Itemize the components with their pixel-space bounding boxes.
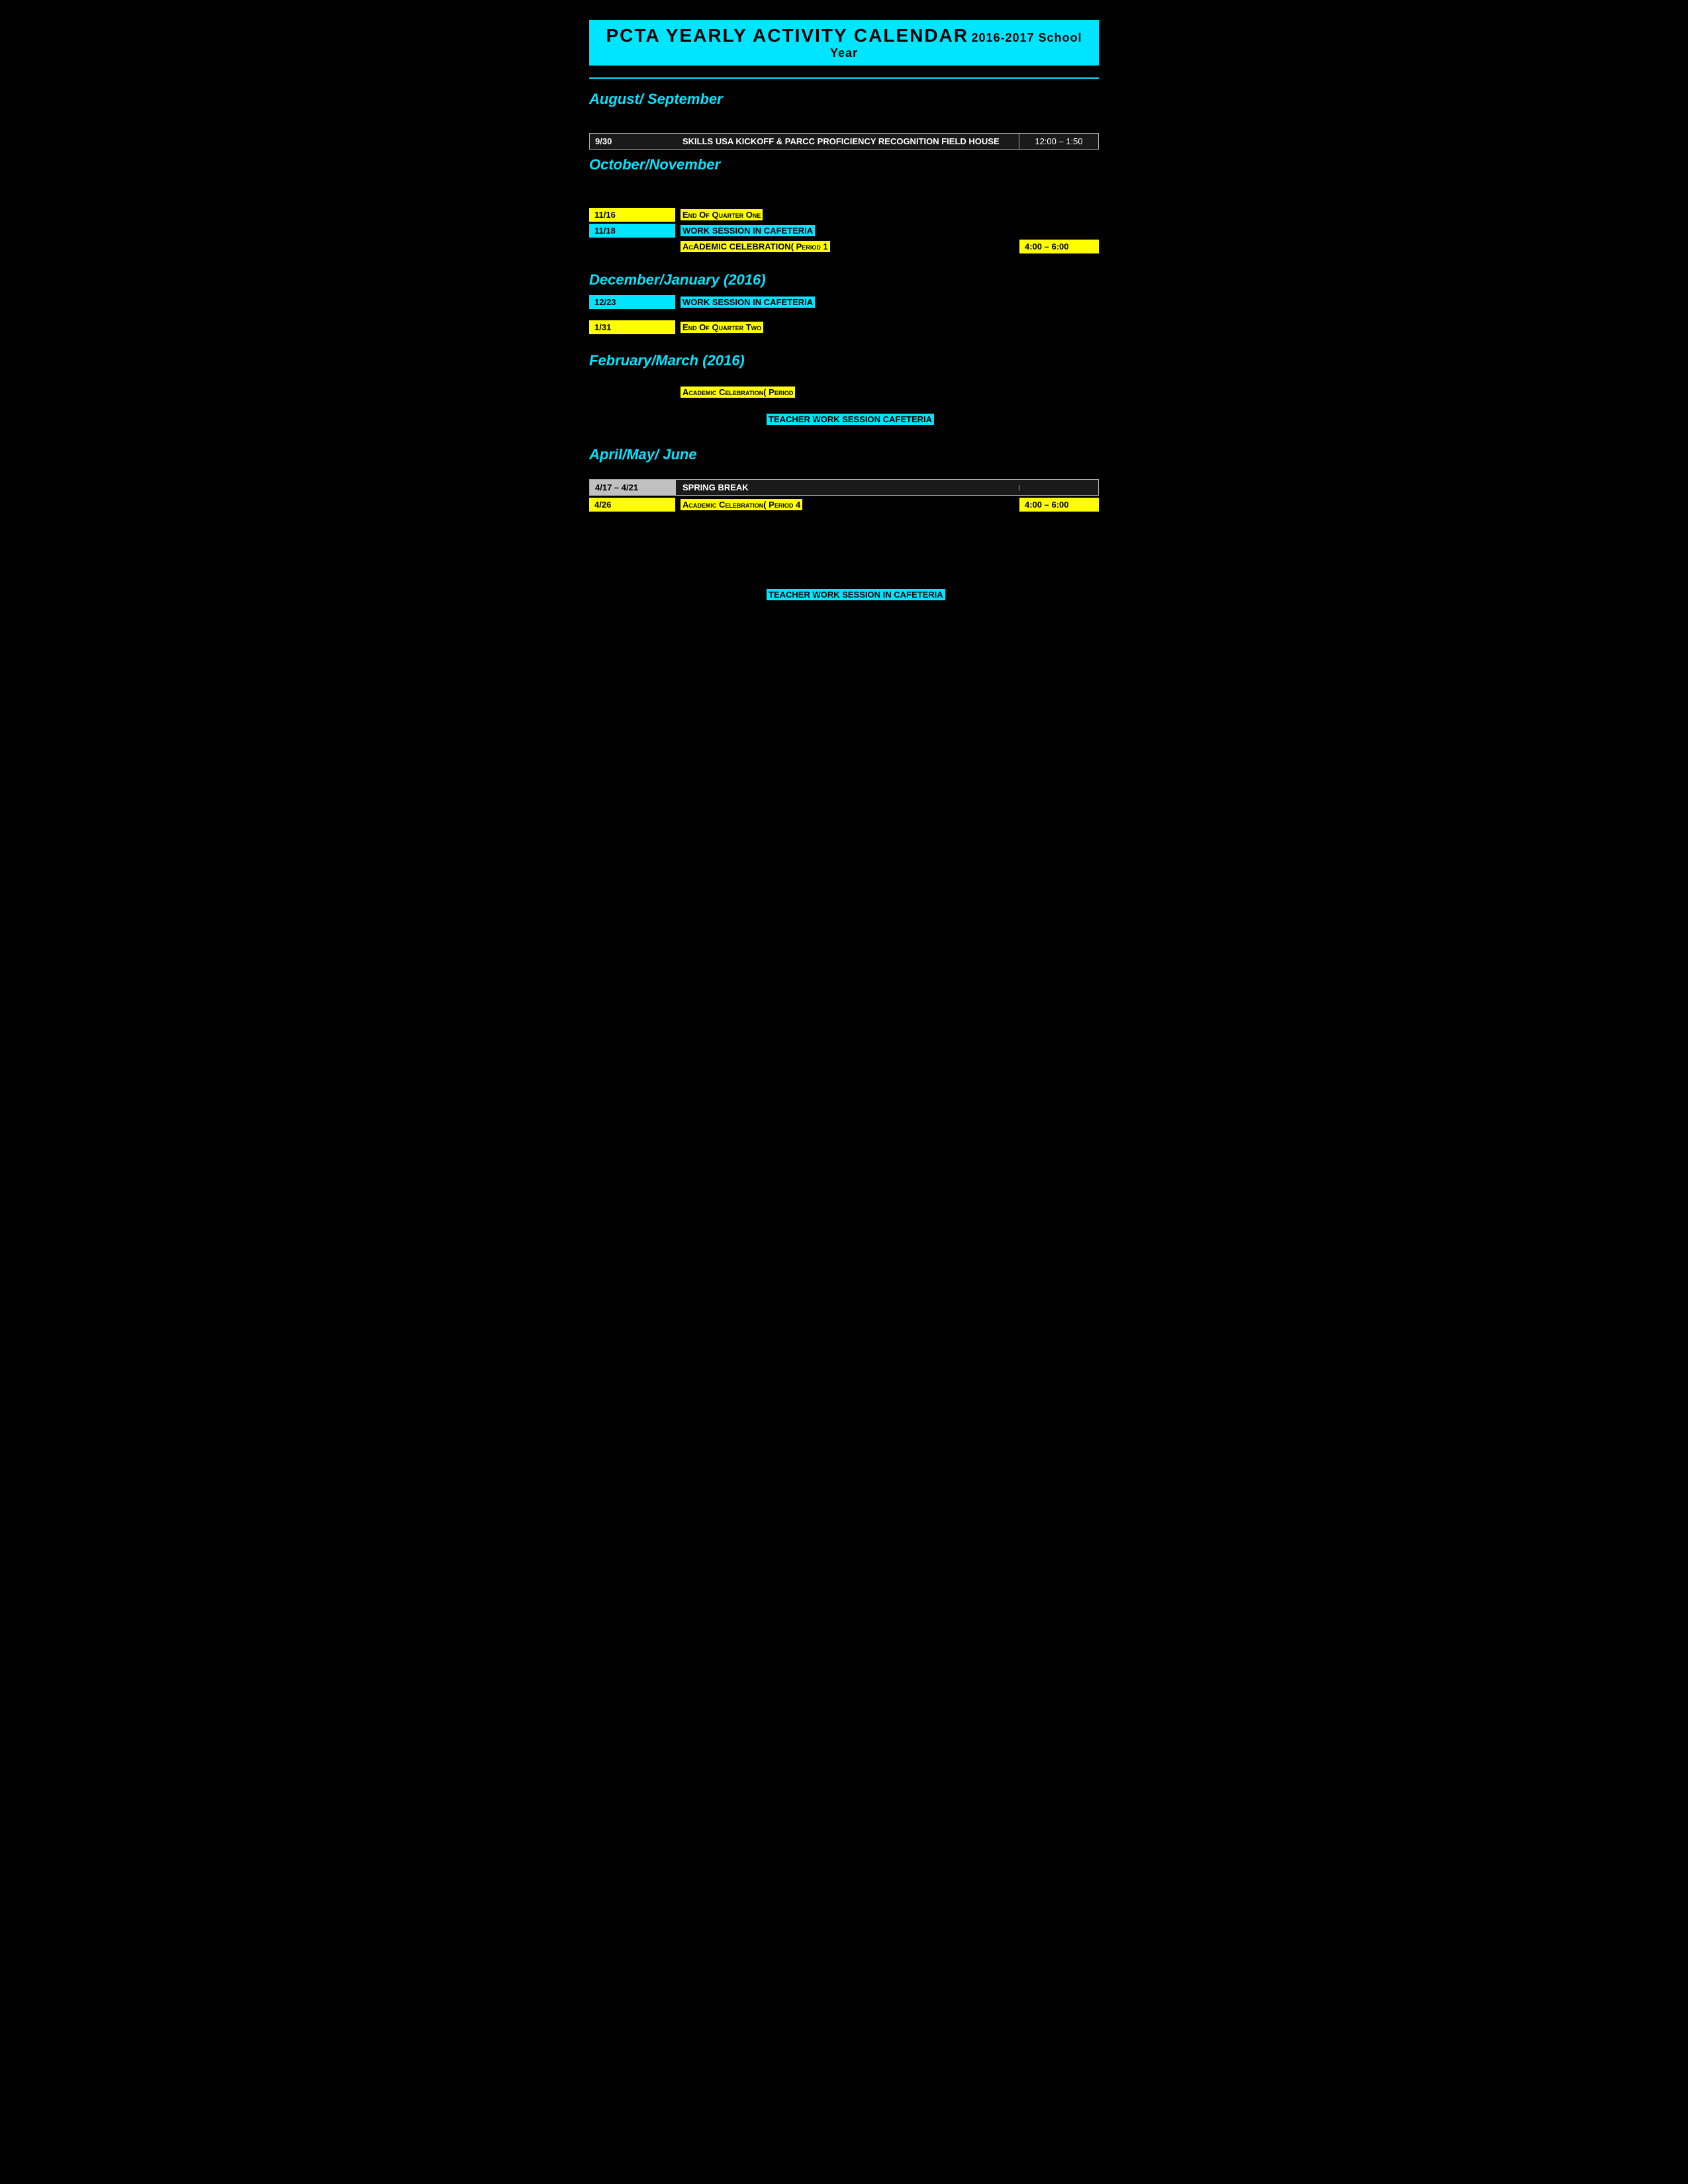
event-text: SPRING BREAK bbox=[682, 482, 749, 492]
event-cell: Work Session in Cafeteria bbox=[675, 224, 1019, 238]
time-cell bbox=[1019, 300, 1099, 304]
event-text: TEACHER WORK SESSION IN CAFETERIA bbox=[767, 589, 945, 600]
event-text: End of Quarter Two bbox=[680, 322, 763, 333]
event-text: Work Session in Cafeteria bbox=[680, 296, 815, 308]
title-box: PCTA YEARLY ACTIVITY CALENDAR 2016-2017 … bbox=[589, 20, 1099, 66]
event-cell: TEACHER WORK SESSION IN CAFETERIA bbox=[761, 588, 1099, 602]
event-text: Skills USA Kickoff & parcc proficiency r… bbox=[682, 136, 1000, 146]
event-cell: End of Quarter One bbox=[675, 208, 1019, 222]
date-cell bbox=[589, 245, 675, 249]
table-row: 4/17 – 4/21 SPRING BREAK bbox=[589, 479, 1099, 496]
table-row: TEACHER WORK SESSION CAFETERIA bbox=[589, 412, 1099, 426]
date-cell: 11/16 bbox=[589, 208, 675, 222]
section-oct-nov: October/November bbox=[589, 156, 1099, 173]
time-cell: 12:00 – 1:50 bbox=[1019, 134, 1098, 149]
event-text: Academic Celebration( Period 4 bbox=[680, 499, 802, 510]
section-feb-mar: February/March (2016) bbox=[589, 352, 1099, 369]
event-cell: Skills USA Kickoff & parcc proficiency r… bbox=[676, 134, 1019, 149]
table-row: 11/16 End of Quarter One bbox=[589, 208, 1099, 222]
table-row: Academic Celebration( Period bbox=[589, 385, 1099, 399]
event-cell: Work Session in Cafeteria bbox=[675, 295, 1019, 309]
page-header: PCTA YEARLY ACTIVITY CALENDAR 2016-2017 … bbox=[589, 20, 1099, 66]
event-text: End of Quarter One bbox=[680, 209, 763, 220]
date-cell: 11/18 bbox=[589, 224, 675, 238]
table-row: 4/26 Academic Celebration( Period 4 4:00… bbox=[589, 498, 1099, 512]
event-text: AcADEMIC CELEBRATION( Period 1 bbox=[680, 241, 830, 252]
time-cell: 4:00 – 6:00 bbox=[1019, 498, 1099, 512]
event-text: Work Session in Cafeteria bbox=[680, 225, 815, 236]
section-aug-sep: August/ September bbox=[589, 91, 1099, 108]
time-cell bbox=[1019, 485, 1098, 490]
title-main: PCTA YEARLY ACTIVITY CALENDAR bbox=[606, 25, 968, 46]
date-cell: 12/23 bbox=[589, 295, 675, 309]
section-dec-jan: December/January (2016) bbox=[589, 271, 1099, 289]
table-row: TEACHER WORK SESSION IN CAFETERIA bbox=[589, 588, 1099, 602]
event-cell: SPRING BREAK bbox=[676, 480, 1019, 495]
header-divider bbox=[589, 77, 1099, 79]
event-cell: Academic Celebration( Period bbox=[675, 385, 1099, 399]
date-cell: 4/26 bbox=[589, 498, 675, 512]
event-cell: End of Quarter Two bbox=[675, 320, 1019, 334]
time-cell bbox=[1019, 229, 1099, 233]
table-row: AcADEMIC CELEBRATION( Period 1 4:00 – 6:… bbox=[589, 240, 1099, 253]
event-text: Academic Celebration( Period bbox=[680, 387, 795, 398]
event-cell: TEACHER WORK SESSION CAFETERIA bbox=[761, 412, 1099, 426]
table-row: 9/30 Skills USA Kickoff & parcc proficie… bbox=[589, 133, 1099, 150]
event-text: TEACHER WORK SESSION CAFETERIA bbox=[767, 414, 934, 425]
time-cell bbox=[1019, 213, 1099, 217]
table-row: 11/18 Work Session in Cafeteria bbox=[589, 224, 1099, 238]
event-cell: AcADEMIC CELEBRATION( Period 1 bbox=[675, 240, 1019, 253]
date-cell: 1/31 bbox=[589, 320, 675, 334]
time-cell bbox=[1019, 326, 1099, 330]
event-cell: Academic Celebration( Period 4 bbox=[675, 498, 1019, 512]
date-cell: 9/30 bbox=[590, 134, 676, 149]
date-cell: 4/17 – 4/21 bbox=[590, 480, 676, 495]
table-row: 12/23 Work Session in Cafeteria bbox=[589, 295, 1099, 309]
time-cell: 4:00 – 6:00 bbox=[1019, 240, 1099, 253]
section-apr-jun: April/May/ June bbox=[589, 446, 1099, 463]
table-row: 1/31 End of Quarter Two bbox=[589, 320, 1099, 334]
